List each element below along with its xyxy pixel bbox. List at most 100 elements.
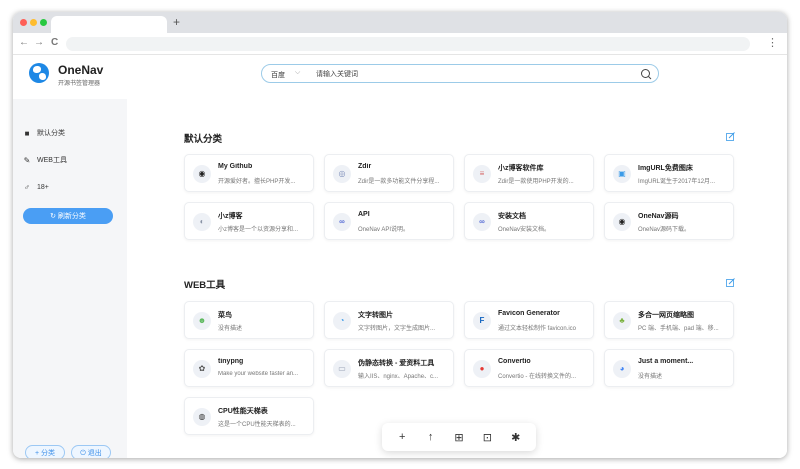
- logo-subtitle: 开源书签管理器: [58, 81, 101, 87]
- bookmark-description: PC 端、手机端、pad 端、移...: [638, 326, 719, 332]
- plus-icon[interactable]: +: [394, 429, 410, 445]
- bookmark-card[interactable]: ◎ Zdir Zdir是一款多功能文件分享程...: [324, 154, 454, 192]
- bookmark-title: 安装文档: [498, 213, 526, 220]
- refresh-categories-button[interactable]: ↻ 刷新分类: [23, 208, 113, 224]
- section-title: 默认分类: [184, 134, 223, 145]
- bookmark-description: OneNav安装文档。: [498, 227, 551, 233]
- chevron-down-icon[interactable]: ⌵: [295, 69, 300, 77]
- bookmark-title: OneNav源码: [638, 213, 679, 220]
- forward-button[interactable]: →: [34, 37, 44, 48]
- globe-logo-icon: [29, 63, 49, 83]
- sidebar-item-label: 18+: [37, 183, 49, 191]
- mars-icon: ♂: [24, 182, 30, 192]
- logout-button[interactable]: ⏻ 退出: [71, 445, 111, 458]
- presentation-icon[interactable]: ⊡: [479, 429, 495, 445]
- bookmark-card[interactable]: ▭ 伪静态转换 - 爱资料工具 输入IIS、nginx、Apache、c...: [324, 349, 454, 387]
- browser-tab[interactable]: [51, 16, 167, 33]
- browser-menu-button[interactable]: ⋮: [767, 36, 778, 49]
- panda-icon: ✿: [193, 360, 211, 378]
- bookmark-description: 文字转图片，文字生成图片...: [358, 326, 436, 332]
- add-category-button[interactable]: + 分类: [25, 445, 65, 458]
- sidebar-item-label: 默认分类: [37, 130, 65, 137]
- sidebar-item-web-tools[interactable]: ✎ WEB工具: [13, 151, 127, 169]
- bookmark-title: 伪静态转换 - 爱资料工具: [358, 360, 435, 367]
- bookmark-card[interactable]: ◉ OneNav源码 OneNav源码下载。: [604, 202, 734, 240]
- convertio-icon: ●: [473, 360, 491, 378]
- close-window-button[interactable]: [20, 19, 27, 26]
- logo-title: OneNav: [58, 63, 104, 77]
- bookmark-card[interactable]: ∞ API OneNav API说明。: [324, 202, 454, 240]
- bookmark-card[interactable]: ◉ My Github 开源爱好者。擅长PHP开发...: [184, 154, 314, 192]
- api-icon: ∞: [333, 213, 351, 231]
- bookmark-title: 小z博客: [218, 213, 243, 220]
- bookmark-card[interactable]: F Favicon Generator 通过文本轻松制作 favicon.ico: [464, 301, 594, 339]
- header: 百度 ⌵: [127, 55, 787, 99]
- tool-icon: ▭: [333, 360, 351, 378]
- bookmark-title: Favicon Generator: [498, 310, 560, 317]
- maximize-window-button[interactable]: [40, 19, 47, 26]
- gear-icon[interactable]: ✱: [508, 429, 524, 445]
- github-icon: ◉: [613, 213, 631, 231]
- thumbnail-icon: ♣: [613, 312, 631, 330]
- bookmark-card[interactable]: ◕ Just a moment... 没有描述: [604, 349, 734, 387]
- text-image-icon: ◔: [333, 312, 351, 330]
- bookmark-title: CPU性能天梯表: [218, 408, 268, 415]
- url-field[interactable]: [66, 37, 750, 51]
- search-engine-select[interactable]: 百度: [271, 70, 285, 80]
- bookmark-description: 输入IIS、nginx、Apache、c...: [358, 374, 439, 380]
- runoob-icon: ☻: [193, 312, 211, 330]
- arrow-up-icon[interactable]: ↑: [423, 429, 439, 445]
- github-icon: ◉: [193, 165, 211, 183]
- bookmark-title: Just a moment...: [638, 358, 694, 365]
- edit-icon[interactable]: [726, 278, 735, 287]
- sidebar-item-18plus[interactable]: ♂ 18+: [13, 178, 127, 196]
- main-content: 默认分类 WEB工具 ◉ My Github 开源爱好者。擅长PHP开发... ◎ Zd…: [127, 99, 787, 458]
- bookmark-description: 没有描述: [218, 326, 243, 332]
- bookmark-card[interactable]: ♣ 多合一网页缩略图 PC 端、手机端、pad 端、移...: [604, 301, 734, 339]
- bookmark-card[interactable]: ≡ 小z博客软件库 Zdir是一款使用PHP开发的...: [464, 154, 594, 192]
- bookmark-card[interactable]: ● Convertio Convertio - 在线转换文件的...: [464, 349, 594, 387]
- search-input[interactable]: [316, 68, 616, 80]
- book-icon: ■: [24, 128, 30, 138]
- bookmark-title: 文字转图片: [358, 312, 393, 319]
- image-icon: ▣: [613, 165, 631, 183]
- back-button[interactable]: ←: [19, 37, 29, 48]
- bookmark-title: My Github: [218, 163, 253, 170]
- bookmark-description: Zdir是一款使用PHP开发的...: [498, 179, 574, 185]
- sidebar-item-default[interactable]: ■ 默认分类: [13, 124, 127, 142]
- sidebar: OneNav 开源书签管理器 ■ 默认分类 ✎ WEB工具 ♂ 18+ ↻ 刷新…: [13, 55, 127, 458]
- bookmark-card[interactable]: ◍ CPU性能天梯表 这是一个CPU性能天梯表的...: [184, 397, 314, 435]
- favicon-icon: F: [473, 312, 491, 330]
- bookmark-card[interactable]: ▣ ImgURL免费图床 ImgURL诞生于2017年12月...: [604, 154, 734, 192]
- search-icon[interactable]: [640, 68, 652, 80]
- cloudflare-icon: ◕: [613, 360, 631, 378]
- bookmark-card[interactable]: ∞ 安装文档 OneNav安装文档。: [464, 202, 594, 240]
- link-icon: ∞: [473, 213, 491, 231]
- new-tab-button[interactable]: +: [173, 15, 180, 29]
- address-bar-row: ← → C ⋮: [13, 33, 787, 55]
- bookmark-description: 通过文本轻松制作 favicon.ico: [498, 326, 577, 332]
- bookmark-card[interactable]: ◔ 文字转图片文字转图片，文字生成图片...: [324, 301, 454, 339]
- browser-titlebar: +: [13, 12, 787, 33]
- document-icon: ≡: [473, 165, 491, 183]
- edit-icon[interactable]: [726, 132, 735, 141]
- minimize-window-button[interactable]: [30, 19, 37, 26]
- bookmark-title: ImgURL免费图床: [638, 165, 693, 172]
- bookmark-title: Zdir: [358, 163, 372, 170]
- bookmark-description: 没有描述: [638, 374, 663, 380]
- browser-window: + ← → C ⋮ OneNav 开源书签管理器 ■ 默认分类 ✎ WEB工具 …: [13, 12, 787, 458]
- bookmark-description: 这是一个CPU性能天梯表的...: [218, 422, 296, 428]
- bookmark-card[interactable]: ◐ 小z博客 小z博客是一个以资源分享和...: [184, 202, 314, 240]
- gift-icon[interactable]: ⊞: [451, 429, 467, 445]
- bookmark-description: Convertio - 在线转换文件的...: [498, 374, 577, 380]
- wrench-icon: ✎: [23, 155, 31, 165]
- logo[interactable]: OneNav 开源书签管理器: [13, 55, 127, 99]
- bookmark-card[interactable]: ☻ 菜鸟 没有描述: [184, 301, 314, 339]
- bookmark-description: Make your website faster an...: [218, 371, 299, 377]
- bookmark-description: ImgURL诞生于2017年12月...: [638, 179, 716, 185]
- reload-button[interactable]: C: [51, 37, 58, 48]
- bookmark-card[interactable]: ✿ tinypng Make your website faster an...: [184, 349, 314, 387]
- bookmark-title: Convertio: [498, 358, 531, 365]
- bookmark-description: OneNav API说明。: [358, 227, 410, 233]
- bookmark-description: Zdir是一款多功能文件分享程...: [358, 179, 440, 185]
